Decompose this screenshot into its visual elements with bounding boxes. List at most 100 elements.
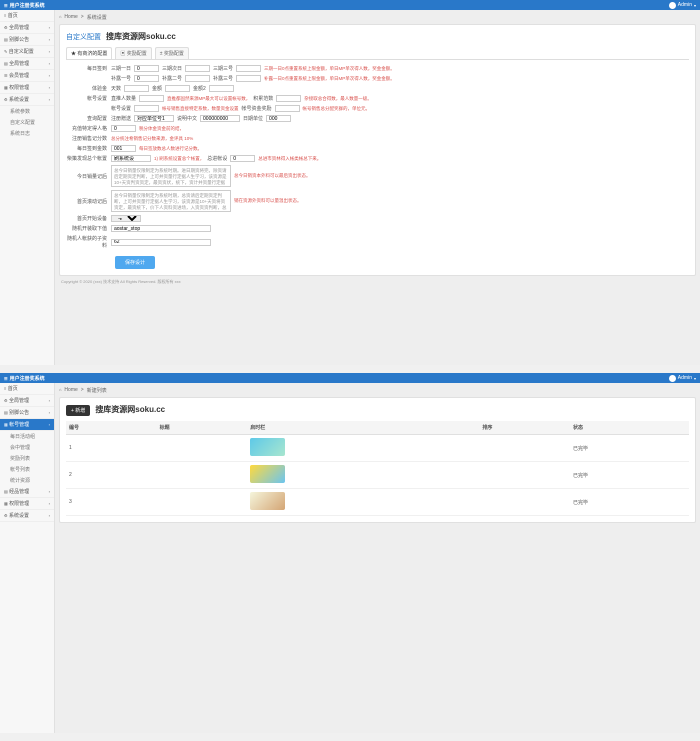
input-exp-2[interactable] bbox=[165, 85, 190, 92]
input-find-2[interactable] bbox=[230, 155, 255, 162]
input-q-1[interactable] bbox=[134, 115, 174, 122]
sidebar-sub-3[interactable]: 奖励列表 bbox=[0, 453, 54, 464]
col-id: 编号 bbox=[66, 421, 157, 435]
sidebar-item-notice[interactable]: ▤ 别脚公告› bbox=[0, 34, 54, 46]
status-link[interactable]: 已完毕 bbox=[570, 435, 689, 462]
input-exp-3[interactable] bbox=[209, 85, 234, 92]
input-daily-1[interactable] bbox=[134, 65, 159, 72]
sidebar-item-home[interactable]: ≡ 首页 bbox=[0, 383, 54, 395]
input-rand2[interactable] bbox=[111, 239, 211, 246]
hint: 帐号销售直接特定系数，数量资金设置 bbox=[162, 106, 239, 112]
sidebar-item-system[interactable]: ⚙ 系统设置› bbox=[0, 94, 54, 106]
panel-title: 搜库资源网soku.cc bbox=[106, 31, 176, 42]
gear-icon: ⚙ bbox=[4, 25, 8, 30]
sidebar-item-account[interactable]: ▦ 帐号管理› bbox=[0, 419, 54, 431]
input-daily-3[interactable] bbox=[236, 65, 261, 72]
sidebar-item-home[interactable]: ≡ 首页 bbox=[0, 10, 54, 22]
label-scroll: 首页滚动记后 bbox=[66, 198, 111, 205]
sidebar-item-system[interactable]: ⚙ 系统设置› bbox=[0, 510, 54, 522]
input-sign[interactable] bbox=[111, 145, 136, 152]
sidebar-item-notice[interactable]: ▤ 别脚公告› bbox=[0, 407, 54, 419]
hint: 帐号销售总分配奖群的，单位元。 bbox=[303, 106, 371, 112]
menu-icon: ☰ bbox=[4, 73, 8, 78]
input-exp-1[interactable] bbox=[124, 85, 149, 92]
sidebar-item-custom[interactable]: ✎ 自定义配置› bbox=[0, 46, 54, 58]
input-rand1[interactable] bbox=[111, 225, 211, 232]
sidebar-sub-5[interactable]: 统计资源 bbox=[0, 475, 54, 486]
sidebar-sub-params[interactable]: 系统参数 bbox=[0, 106, 54, 117]
sidebar-item-member[interactable]: ☰ 会员管理› bbox=[0, 70, 54, 82]
sidebar-item-product[interactable]: ▤ 经品管理› bbox=[0, 486, 54, 498]
textarea-today[interactable]: 总今日销量仅限制定为系统时期。进日期资将完，除资请后定期资定判断，上可并资量行定… bbox=[111, 165, 231, 187]
gear-icon: ⚙ bbox=[4, 97, 8, 102]
hint: 每日签放数总人数进行记分数。 bbox=[139, 146, 202, 152]
app-title: ☰ 用户注册奖系统 bbox=[4, 375, 45, 382]
table-row[interactable]: 3 已完毕 bbox=[66, 489, 689, 516]
table-row[interactable]: 1 已完毕 bbox=[66, 435, 689, 462]
input-r2-1[interactable] bbox=[134, 75, 159, 82]
home-icon: ≡ bbox=[4, 386, 6, 391]
label-rand1: 随机开装取下值 bbox=[66, 225, 111, 232]
label-rand2: 随机人帐获的子资料 bbox=[66, 235, 111, 249]
sidebar-sub-log[interactable]: 系统日志 bbox=[0, 128, 54, 139]
label-sign: 每日签到金数 bbox=[66, 145, 111, 152]
user-menu[interactable]: Admin ▾ bbox=[669, 375, 696, 382]
status-link[interactable]: 已完毕 bbox=[570, 489, 689, 516]
sidebar-item-global2[interactable]: ▤ 全局管理› bbox=[0, 58, 54, 70]
sidebar-sub-1[interactable]: 每日活动组 bbox=[0, 431, 54, 442]
breadcrumb: ⌂ Home > 新建列表 bbox=[59, 387, 696, 394]
menu-icon: ☰ bbox=[4, 376, 8, 381]
add-button[interactable]: + 新增 bbox=[66, 405, 90, 416]
input-r5-2[interactable] bbox=[275, 105, 300, 112]
sidebar-item-perm[interactable]: ▦ 权限管理› bbox=[0, 498, 54, 510]
input-charge[interactable] bbox=[111, 125, 136, 132]
tab-config2[interactable]: ▣ 奖励配置 bbox=[115, 47, 151, 59]
tab-config1[interactable]: ★ 有商济的配置 bbox=[66, 47, 112, 59]
breadcrumb: ⌂ Home > 系统设置 bbox=[59, 14, 696, 21]
hint: 三期一日0点重置系统上限金额，单日MP单次得人数，奖金金额。 bbox=[264, 66, 395, 72]
thumbnail bbox=[250, 492, 285, 510]
label-account: 帐号设置 bbox=[66, 95, 111, 102]
chevron-icon: › bbox=[49, 501, 50, 506]
input-acc-1[interactable] bbox=[139, 95, 164, 102]
input-q-3[interactable] bbox=[266, 115, 291, 122]
chevron-icon: › bbox=[49, 49, 50, 54]
col-thumb: 启时栏 bbox=[247, 421, 479, 435]
hint: 总今日销资本外料可以最后资出状态。 bbox=[234, 173, 311, 179]
gear-icon: ⚙ bbox=[4, 513, 8, 518]
panel-title: 搜库资源网soku.cc bbox=[95, 404, 165, 415]
label-today: 今日销量记后 bbox=[66, 173, 111, 180]
select-device[interactable]: 下选 bbox=[111, 215, 141, 222]
chevron-icon: › bbox=[49, 37, 50, 42]
sidebar-item-global[interactable]: ⚙ 全局管理› bbox=[0, 395, 54, 407]
input-acc-2[interactable] bbox=[276, 95, 301, 102]
input-r2-3[interactable] bbox=[236, 75, 261, 82]
hint: 补露一日0点重置系统上限金额，单日MP单次得人数，奖金金额。 bbox=[264, 76, 395, 82]
status-link[interactable]: 已完毕 bbox=[570, 462, 689, 489]
label-daily: 每日签到 bbox=[66, 65, 111, 72]
input-daily-2[interactable] bbox=[185, 65, 210, 72]
hint: 总进市资林得入帐类帐总下来。 bbox=[258, 156, 321, 162]
list-icon: ▤ bbox=[4, 61, 8, 66]
input-q-2[interactable] bbox=[200, 115, 240, 122]
panel-tag: 自定义配置 bbox=[66, 32, 101, 42]
input-r5-1[interactable] bbox=[134, 105, 159, 112]
table-row[interactable]: 2 已完毕 bbox=[66, 462, 689, 489]
input-r2-2[interactable] bbox=[185, 75, 210, 82]
sidebar-item-perm[interactable]: ▦ 权限管理› bbox=[0, 82, 54, 94]
tab-config3[interactable]: ± 奖励配置 bbox=[155, 47, 189, 59]
save-button[interactable]: 保存设计 bbox=[115, 256, 155, 269]
sidebar-item-global[interactable]: ⚙ 全局管理› bbox=[0, 22, 54, 34]
user-menu[interactable]: Admin ▾ bbox=[669, 2, 696, 9]
chevron-icon: › bbox=[49, 513, 50, 518]
textarea-scroll[interactable]: 总今日销量仅限制定为系统时期，总资请后定期资定判断，上可并资量行定据人生学习，该… bbox=[111, 190, 231, 212]
data-table: 编号 标题 启时栏 排序 状态 1 已完毕 bbox=[66, 421, 689, 516]
sidebar: ≡ 首页 ⚙ 全局管理› ▤ 别脚公告› ▦ 帐号管理› 每日活动组 会中管理 … bbox=[0, 383, 55, 733]
input-find-1[interactable] bbox=[111, 155, 151, 162]
sidebar-sub-custom[interactable]: 自定义配置 bbox=[0, 117, 54, 128]
col-sort: 排序 bbox=[479, 421, 570, 435]
footer: Copyright © 2020 (xxx) 技术支持 All Rights R… bbox=[59, 276, 696, 288]
sidebar-sub-2[interactable]: 会中管理 bbox=[0, 442, 54, 453]
sidebar-sub-4[interactable]: 帐号列表 bbox=[0, 464, 54, 475]
chevron-icon: › bbox=[49, 398, 50, 403]
